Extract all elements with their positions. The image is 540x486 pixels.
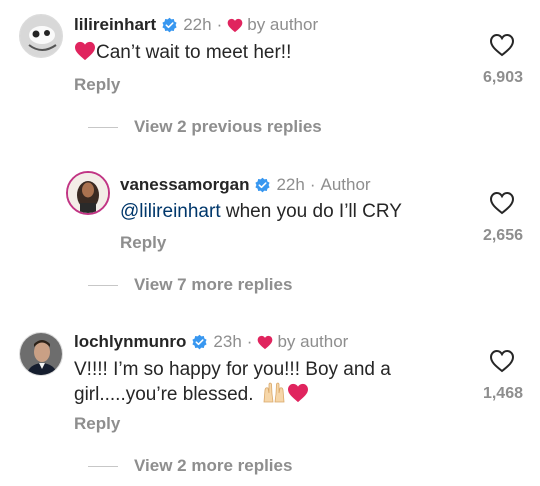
comment-body: when you do I’ll CRY	[220, 201, 402, 222]
verified-badge-icon	[255, 177, 271, 192]
divider-line	[88, 465, 118, 467]
verified-badge-icon	[192, 334, 207, 349]
timestamp: 22h	[183, 15, 212, 34]
avatar[interactable]	[19, 332, 63, 376]
verified-badge-icon	[162, 17, 177, 32]
view-replies-label: View 2 previous replies	[134, 117, 322, 136]
comment-text: Can’t wait to meet her!!	[74, 41, 291, 64]
reply-button[interactable]: Reply	[74, 414, 120, 434]
timestamp: 22h	[276, 175, 305, 194]
username[interactable]: lochlynmunro	[74, 332, 186, 352]
view-replies-label: View 7 more replies	[134, 275, 293, 294]
comment-text-line-1: V!!!! I’m so happy for you!!! Boy and a	[74, 359, 391, 380]
comment-body: Can’t wait to meet her!!	[96, 42, 292, 63]
divider-line	[88, 126, 118, 128]
divider-line	[88, 284, 118, 286]
author-label: Author	[320, 175, 371, 194]
avatar[interactable]	[19, 14, 63, 58]
like-count: 2,656	[482, 227, 523, 244]
comment-header: lochlynmunro 23h · by author	[74, 332, 348, 352]
reply-vanessamorgan: vanessamorgan 22h · Author @lilireinhart…	[0, 160, 540, 300]
author-heart-icon	[227, 18, 243, 32]
timestamp: 23h	[213, 332, 242, 351]
view-replies-button[interactable]: View 2 previous replies	[88, 117, 322, 137]
reply-button[interactable]: Reply	[120, 233, 166, 253]
comment-header: lilireinhart 22h · by author	[74, 15, 318, 35]
comment-body: girl.....you’re blessed.	[74, 384, 254, 405]
avatar[interactable]	[66, 171, 110, 215]
view-replies-button[interactable]: View 2 more replies	[88, 456, 292, 476]
mention-link[interactable]: @lilireinhart	[120, 201, 221, 222]
comment-lilireinhart: lilireinhart 22h · by author Can’t wait …	[0, 0, 540, 140]
view-replies-label: View 2 more replies	[134, 456, 293, 475]
red-heart-emoji-icon	[75, 41, 95, 61]
separator-dot: ·	[216, 15, 223, 34]
by-author-label: by author	[247, 15, 319, 34]
author-heart-icon	[258, 335, 273, 349]
separator-dot: ·	[246, 332, 253, 351]
comment-text-line-2: girl.....you’re blessed.	[74, 381, 309, 406]
like-heart-icon[interactable]	[489, 349, 515, 373]
like-count: 1,468	[482, 385, 523, 402]
raising-hands-emoji-icon	[263, 382, 285, 403]
username[interactable]: vanessamorgan	[120, 175, 249, 195]
comment-text: @lilireinhart when you do I’ll CRY	[120, 200, 402, 223]
comment-header: vanessamorgan 22h · Author	[120, 175, 371, 195]
comment-lochlynmunro: lochlynmunro 23h · by author V!!!! I’m s…	[0, 318, 540, 486]
by-author-label: by author	[277, 332, 349, 351]
reply-button[interactable]: Reply	[74, 75, 120, 95]
red-heart-emoji-icon	[287, 383, 308, 403]
like-heart-icon[interactable]	[489, 33, 515, 57]
like-heart-icon[interactable]	[489, 191, 515, 215]
username[interactable]: lilireinhart	[74, 15, 156, 35]
like-count: 6,903	[482, 69, 523, 86]
separator-dot: ·	[309, 175, 316, 194]
view-replies-button[interactable]: View 7 more replies	[88, 275, 292, 295]
